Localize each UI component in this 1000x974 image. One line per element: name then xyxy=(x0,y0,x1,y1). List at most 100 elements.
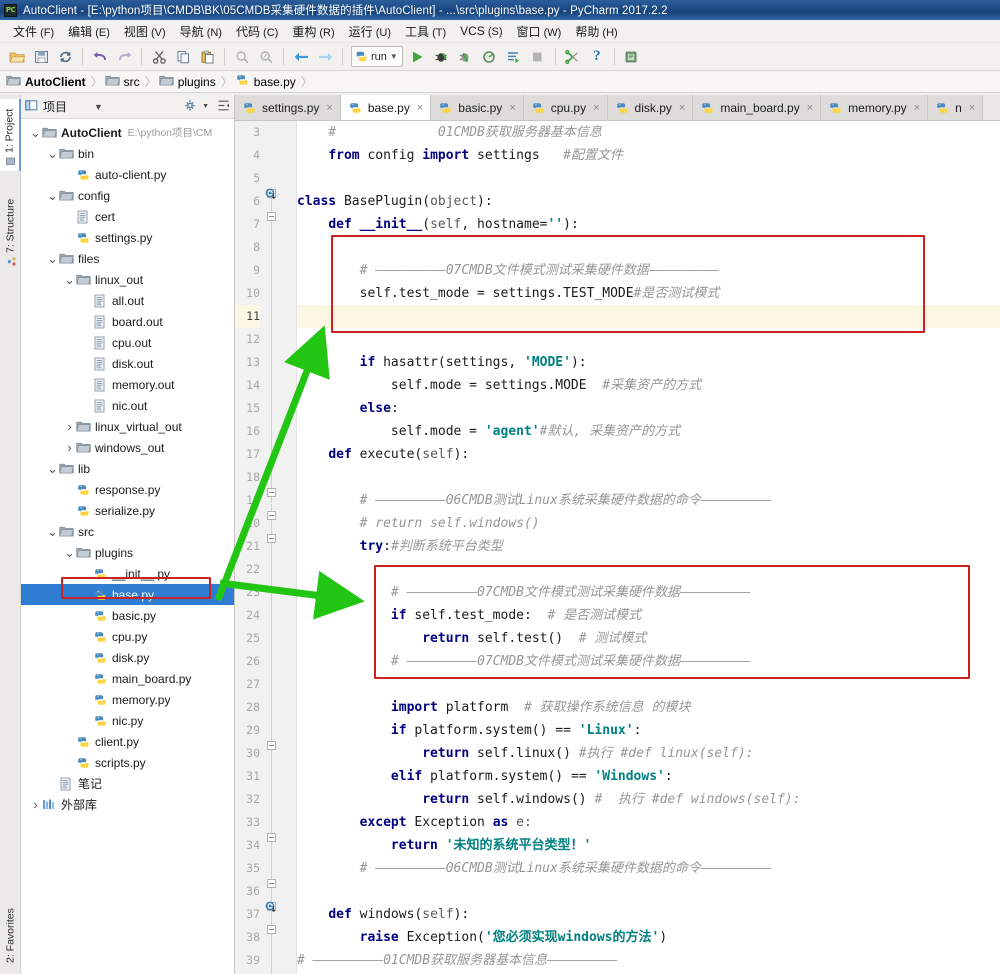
run-icon[interactable] xyxy=(407,46,429,68)
close-icon[interactable]: × xyxy=(914,102,920,114)
tree-item[interactable]: ⌄ plugins xyxy=(21,542,234,563)
code-line[interactable]: if hasattr(settings, 'MODE'): xyxy=(297,351,1000,374)
chevron-down-icon[interactable]: ⌄ xyxy=(46,189,59,202)
profile-icon[interactable] xyxy=(479,46,501,68)
tree-item[interactable]: basic.py xyxy=(21,605,234,626)
chevron-down-icon[interactable]: ▼ xyxy=(202,103,209,110)
code-line[interactable]: try:#判断系统平台类型 xyxy=(297,535,1000,558)
fold-marker[interactable] xyxy=(267,925,276,934)
tree-item[interactable]: response.py xyxy=(21,479,234,500)
open-folder-icon[interactable] xyxy=(6,46,28,68)
tree-item[interactable]: all.out xyxy=(21,290,234,311)
menu-item-0[interactable]: 文件 (F) xyxy=(6,21,61,42)
tree-item[interactable]: disk.py xyxy=(21,647,234,668)
chevron-down-icon[interactable]: ⌄ xyxy=(63,273,76,286)
code-line[interactable]: elif platform.system() == 'Windows': xyxy=(297,765,1000,788)
code-line[interactable] xyxy=(297,466,1000,489)
code-line[interactable]: else: xyxy=(297,397,1000,420)
tree-item[interactable]: memory.out xyxy=(21,374,234,395)
breadcrumb-item-base-py[interactable]: base.py xyxy=(235,73,299,90)
code-line[interactable] xyxy=(297,558,1000,581)
code-line[interactable]: import platform # 获取操作系统信息 的模块 xyxy=(297,696,1000,719)
tree-item[interactable]: ⌄ linux_out xyxy=(21,269,234,290)
tree-item[interactable]: 笔记 xyxy=(21,773,234,794)
chevron-right-icon[interactable]: › xyxy=(63,419,76,434)
tree-item[interactable]: ⌄ AutoClient E:\python项目\CM xyxy=(21,122,234,143)
sidebar-item-structure[interactable]: 7: Structure xyxy=(0,183,21,271)
close-icon[interactable]: × xyxy=(417,102,423,114)
fold-marker[interactable] xyxy=(267,534,276,543)
tree-item[interactable]: cpu.py xyxy=(21,626,234,647)
tree-item[interactable]: serialize.py xyxy=(21,500,234,521)
menu-item-5[interactable]: 重构 (R) xyxy=(285,21,341,42)
find-icon[interactable] xyxy=(231,46,253,68)
tab-base-py[interactable]: base.py × xyxy=(340,95,432,120)
editor-annotation-gutter[interactable] xyxy=(265,121,297,974)
code-line[interactable]: class BasePlugin(object): xyxy=(297,190,1000,213)
chevron-down-icon[interactable]: ▼ xyxy=(390,52,398,61)
fold-marker[interactable] xyxy=(267,879,276,888)
vcs-icon[interactable] xyxy=(621,46,643,68)
chevron-down-icon[interactable]: ⌄ xyxy=(46,525,59,538)
tree-item[interactable]: › 外部库 xyxy=(21,794,234,815)
sidebar-item-favorites[interactable]: 2: Favorites xyxy=(0,880,21,968)
settings-icon[interactable] xyxy=(562,46,584,68)
help-icon[interactable]: ? xyxy=(586,46,608,68)
editor-tab-strip[interactable]: settings.py × base.py × basic.py × cpu.py × disk… xyxy=(235,95,1000,121)
debug-icon[interactable] xyxy=(431,46,453,68)
chevron-right-icon[interactable]: › xyxy=(29,797,42,812)
breadcrumb-item-src[interactable]: src xyxy=(105,74,143,90)
code-line[interactable]: return '未知的系统平台类型！' xyxy=(297,834,1000,857)
code-line[interactable] xyxy=(297,880,1000,903)
tree-item[interactable]: memory.py xyxy=(21,689,234,710)
tab-disk-py[interactable]: disk.py × xyxy=(607,95,694,120)
save-all-icon[interactable] xyxy=(30,46,52,68)
menu-item-8[interactable]: VCS (S) xyxy=(453,22,509,40)
redo-icon[interactable] xyxy=(113,46,135,68)
tree-item[interactable]: cert xyxy=(21,206,234,227)
code-line[interactable]: except Exception as e: xyxy=(297,811,1000,834)
tree-item[interactable]: ⌄ files xyxy=(21,248,234,269)
close-icon[interactable]: × xyxy=(509,102,515,114)
tree-item[interactable]: nic.py xyxy=(21,710,234,731)
menu-item-1[interactable]: 编辑 (E) xyxy=(61,21,117,42)
coverage-icon[interactable] xyxy=(455,46,477,68)
chevron-down-icon[interactable]: ⌄ xyxy=(63,546,76,559)
chevron-down-icon[interactable]: ⌄ xyxy=(46,252,59,265)
tree-item[interactable]: client.py xyxy=(21,731,234,752)
code-line[interactable]: def __init__(self, hostname=''): xyxy=(297,213,1000,236)
inspection-bulb-icon[interactable] xyxy=(265,901,278,914)
breadcrumb-item-plugins[interactable]: plugins xyxy=(159,74,219,90)
tree-item[interactable]: › linux_virtual_out xyxy=(21,416,234,437)
code-line[interactable] xyxy=(297,236,1000,259)
project-tree[interactable]: ⌄ AutoClient E:\python项目\CM ⌄ bin auto-client… xyxy=(21,119,234,974)
code-line[interactable]: # return self.windows() xyxy=(297,512,1000,535)
rerun-icon[interactable] xyxy=(503,46,525,68)
sidebar-item-project[interactable]: 1: Project xyxy=(0,99,21,171)
tree-item[interactable]: ⌄ lib xyxy=(21,458,234,479)
close-icon[interactable]: × xyxy=(593,102,599,114)
paste-icon[interactable] xyxy=(196,46,218,68)
run-configuration-selector[interactable]: run ▼ xyxy=(351,46,403,67)
tree-item[interactable]: cpu.out xyxy=(21,332,234,353)
breadcrumb-item-AutoClient[interactable]: AutoClient xyxy=(6,74,89,90)
menu-item-10[interactable]: 帮助 (H) xyxy=(568,21,624,42)
fold-marker[interactable] xyxy=(267,212,276,221)
code-line[interactable]: self.mode = settings.MODE #采集资产的方式 xyxy=(297,374,1000,397)
menu-item-9[interactable]: 窗口 (W) xyxy=(510,21,569,42)
code-line[interactable] xyxy=(297,673,1000,696)
menu-item-3[interactable]: 导航 (N) xyxy=(173,21,229,42)
menu-item-6[interactable]: 运行 (U) xyxy=(342,21,398,42)
code-line[interactable]: # 01CMDB获取服务器基本信息 xyxy=(297,121,1000,144)
tab-memory-py[interactable]: memory.py × xyxy=(821,95,929,120)
copy-icon[interactable] xyxy=(172,46,194,68)
chevron-right-icon[interactable]: › xyxy=(63,440,76,455)
code-line[interactable]: # —————————07CMDB文件模式测试采集硬件数据————————— xyxy=(297,581,1000,604)
code-line[interactable]: if platform.system() == 'Linux': xyxy=(297,719,1000,742)
chevron-down-icon[interactable]: ⌄ xyxy=(29,126,42,139)
close-icon[interactable]: × xyxy=(969,102,975,114)
tree-item[interactable]: main_board.py xyxy=(21,668,234,689)
close-icon[interactable]: × xyxy=(807,102,813,114)
close-icon[interactable]: × xyxy=(326,102,332,114)
stop-icon[interactable] xyxy=(527,46,549,68)
